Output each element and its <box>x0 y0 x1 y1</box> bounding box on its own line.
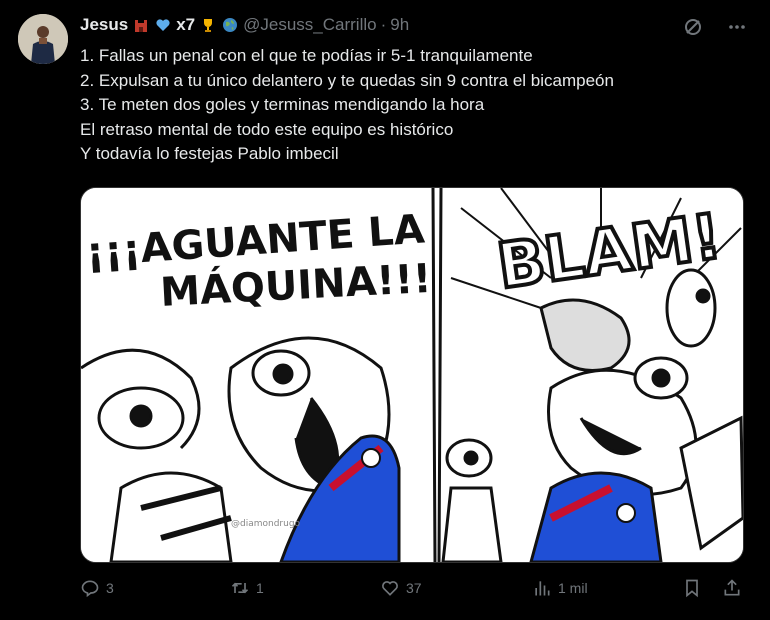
castle-emoji-icon <box>132 16 150 34</box>
tweet-line: 2. Expulsan a tu único delantero y te qu… <box>80 70 614 90</box>
heart-icon <box>382 581 398 596</box>
views-chart-icon <box>535 581 550 596</box>
tweet-line: El retraso mental de todo este equipo es… <box>80 119 454 139</box>
more-options-icon[interactable] <box>726 16 748 38</box>
tweet-line: Y todavía lo festejas Pablo imbecil <box>80 144 339 163</box>
repost-icon <box>231 582 249 594</box>
tweet-text: 1. Fallas un penal con el que te podías … <box>80 44 740 167</box>
tweet-actions: 3 1 37 1 mil <box>80 578 750 604</box>
comic-watermark: @diamondrugo <box>231 519 301 529</box>
tweet: Jesus x7 @Jesuss_Carrillo · 9h 1. Fallas… <box>0 0 770 620</box>
left-jersey-crest <box>361 448 381 468</box>
like-button[interactable]: 37 <box>380 578 422 598</box>
header-actions <box>682 16 748 38</box>
globe-emoji-icon <box>221 16 239 34</box>
tweet-header: Jesus x7 @Jesuss_Carrillo · 9h <box>80 15 710 35</box>
bookmark-icon <box>686 579 698 598</box>
reply-icon <box>81 580 99 598</box>
avatar[interactable] <box>18 14 68 64</box>
author-badge-text: x7 <box>176 15 196 34</box>
right-jersey-crest <box>616 503 636 523</box>
grok-icon[interactable] <box>682 16 704 38</box>
reply-button[interactable]: 3 <box>80 578 114 598</box>
reply-count: 3 <box>106 580 114 596</box>
bookmark-button[interactable] <box>682 578 702 598</box>
share-icon <box>724 579 740 596</box>
repost-count: 1 <box>256 580 264 596</box>
tweet-time[interactable]: 9h <box>390 15 409 35</box>
tweet-line: 3. Te meten dos goles y terminas mendiga… <box>80 95 485 114</box>
separator-dot: · <box>380 15 387 34</box>
views-count: 1 mil <box>558 580 588 596</box>
repost-button[interactable]: 1 <box>230 578 264 598</box>
share-button[interactable] <box>722 578 742 598</box>
author-name[interactable]: Jesus <box>80 15 128 35</box>
tweet-line: 1. Fallas un penal con el que te podías … <box>80 46 533 65</box>
views-button[interactable]: 1 mil <box>532 578 588 598</box>
like-count: 37 <box>406 580 422 596</box>
trophy-emoji-icon <box>199 16 217 34</box>
tweet-media-image[interactable]: ¡¡¡AGUANTE LA MÁQUINA!!! @diamondrugo BL… <box>80 187 744 563</box>
author-handle[interactable]: @Jesuss_Carrillo <box>243 15 376 35</box>
blue-heart-emoji-icon <box>154 16 172 34</box>
comic-strip: ¡¡¡AGUANTE LA MÁQUINA!!! @diamondrugo BL… <box>81 188 743 562</box>
avatar-image <box>18 14 68 64</box>
